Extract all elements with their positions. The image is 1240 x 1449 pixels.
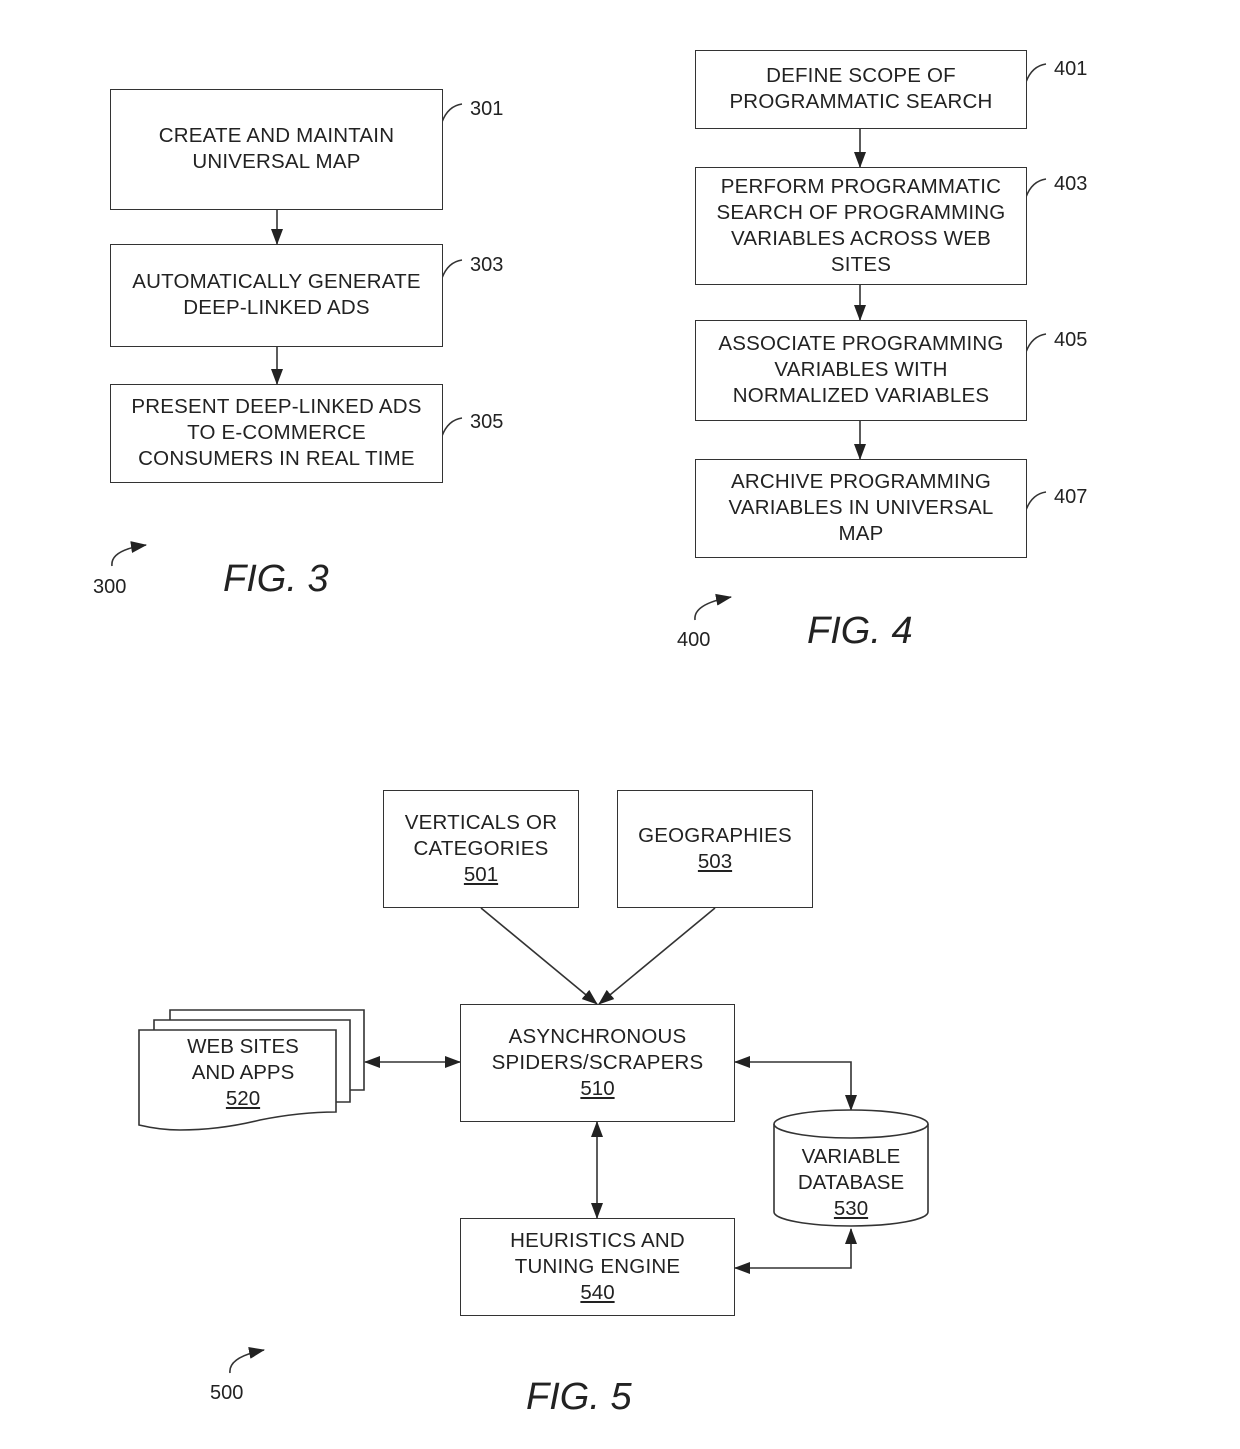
node-number: 540 — [580, 1281, 615, 1304]
node-database-530: VARIABLE DATABASE 530 — [774, 1144, 928, 1222]
ref-401: 401 — [1054, 58, 1088, 80]
figure-ref-300: 300 — [93, 576, 127, 598]
lead-303 — [441, 259, 463, 279]
ref-407: 407 — [1054, 486, 1088, 508]
step-text: CREATE AND MAINTAIN UNIVERSAL MAP — [158, 124, 395, 173]
arrow-540-530 — [734, 1228, 857, 1274]
node-text: ASYNCHRONOUS SPIDERS/SCRAPERS — [491, 1025, 704, 1074]
arrow-510-530 — [734, 1056, 857, 1111]
fig4-step-401: DEFINE SCOPE OF PROGRAMMATIC SEARCH — [695, 50, 1027, 129]
arrow-503-510 — [598, 907, 716, 1005]
lead-305 — [441, 417, 463, 437]
node-geographies-503: GEOGRAPHIES 503 — [617, 790, 813, 908]
ref-405: 405 — [1054, 329, 1088, 351]
node-number: 530 — [833, 1197, 869, 1220]
lead-401 — [1025, 63, 1047, 83]
lead-301 — [441, 103, 463, 123]
fig4-step-407: ARCHIVE PROGRAMMING VARIABLES IN UNIVERS… — [695, 459, 1027, 558]
fig3-step-303: AUTOMATICALLY GENERATE DEEP-LINKED ADS — [110, 244, 443, 347]
fig3-caption: FIG. 3 — [223, 558, 329, 600]
ref-403: 403 — [1054, 173, 1088, 195]
step-text: PRESENT DEEP-LINKED ADS TO E-COMMERCE CO… — [131, 395, 422, 470]
node-verticals-501: VERTICALS OR CATEGORIES 501 — [383, 790, 579, 908]
node-text: VARIABLE DATABASE — [797, 1145, 905, 1194]
node-number: 520 — [225, 1087, 261, 1110]
lead-405 — [1025, 333, 1047, 353]
fig3-step-301: CREATE AND MAINTAIN UNIVERSAL MAP — [110, 89, 443, 210]
fig5-caption: FIG. 5 — [526, 1376, 632, 1418]
step-text: PERFORM PROGRAMMATIC SEARCH OF PROGRAMMI… — [716, 175, 1006, 276]
fig4-step-403: PERFORM PROGRAMMATIC SEARCH OF PROGRAMMI… — [695, 167, 1027, 285]
ref-301: 301 — [470, 98, 504, 120]
node-spiders-510: ASYNCHRONOUS SPIDERS/SCRAPERS 510 — [460, 1004, 735, 1122]
ref-305: 305 — [470, 411, 504, 433]
node-text: HEURISTICS AND TUNING ENGINE — [510, 1229, 685, 1278]
lead-403 — [1025, 178, 1047, 198]
step-text: ARCHIVE PROGRAMMING VARIABLES IN UNIVERS… — [728, 470, 994, 545]
node-websites-520: WEB SITES AND APPS 520 — [139, 1034, 347, 1112]
step-text: DEFINE SCOPE OF PROGRAMMATIC SEARCH — [729, 64, 993, 113]
lead-407 — [1025, 491, 1047, 511]
node-text: WEB SITES AND APPS — [187, 1035, 299, 1084]
node-number: 501 — [463, 863, 499, 886]
node-text: GEOGRAPHIES — [638, 824, 792, 847]
figure-ref-arrow-400 — [694, 593, 732, 621]
figure-ref-500: 500 — [210, 1382, 244, 1404]
figure-ref-400: 400 — [677, 629, 711, 651]
step-text: AUTOMATICALLY GENERATE DEEP-LINKED ADS — [132, 270, 421, 319]
fig4-step-405: ASSOCIATE PROGRAMMING VARIABLES WITH NOR… — [695, 320, 1027, 421]
node-text: VERTICALS OR CATEGORIES — [404, 811, 558, 860]
fig4-caption: FIG. 4 — [807, 610, 913, 652]
figure-ref-arrow-500 — [229, 1346, 265, 1374]
ref-303: 303 — [470, 254, 504, 276]
step-text: ASSOCIATE PROGRAMMING VARIABLES WITH NOR… — [718, 332, 1004, 407]
node-number: 503 — [697, 850, 733, 873]
arrow-501-510 — [480, 907, 598, 1005]
fig3-step-305: PRESENT DEEP-LINKED ADS TO E-COMMERCE CO… — [110, 384, 443, 483]
node-number: 510 — [580, 1077, 615, 1100]
figure-ref-arrow-300 — [111, 541, 147, 567]
node-heuristics-540: HEURISTICS AND TUNING ENGINE 540 — [460, 1218, 735, 1316]
